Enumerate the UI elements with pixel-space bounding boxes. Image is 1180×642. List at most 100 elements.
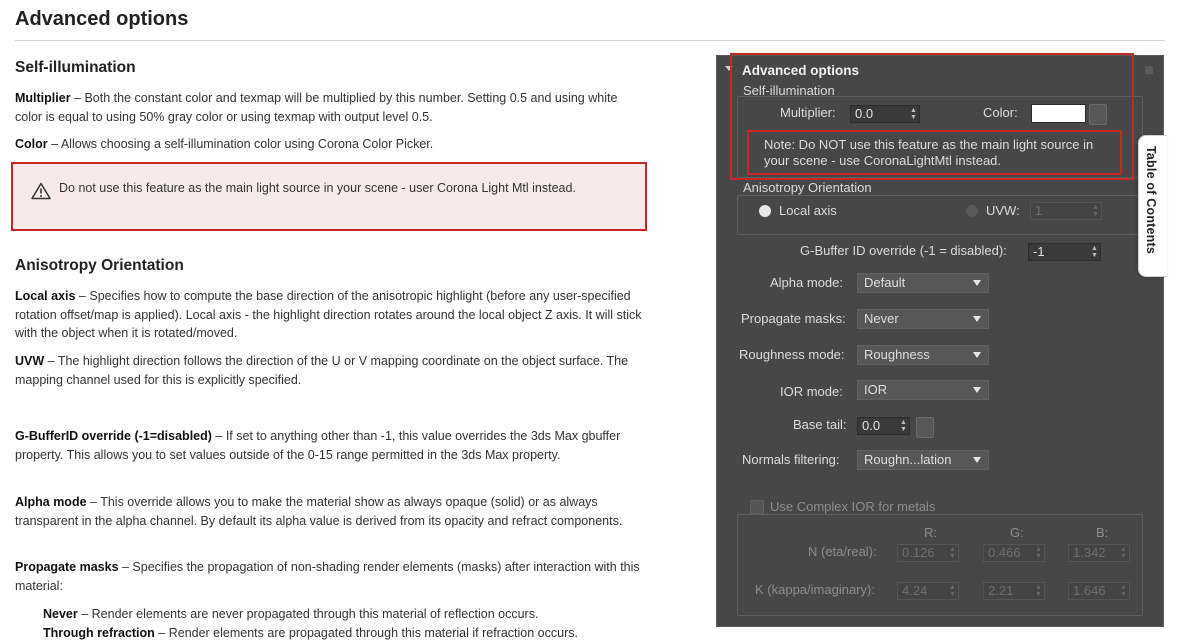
self-illumination-note: Note: Do NOT use this feature as the mai… [764, 137, 1094, 168]
k-g-value: 2.21 [988, 583, 1014, 598]
complex-ior-group [737, 514, 1143, 616]
panel-title[interactable]: Advanced options [742, 63, 859, 78]
through-refraction-term: Through refraction [43, 626, 155, 640]
uvw-channel-spinner[interactable]: 1 ▲ ▼ [1030, 202, 1102, 220]
propagate-masks-paragraph: Propagate masks – Specifies the propagat… [15, 558, 645, 595]
multiplier-description: – Both the constant color and texmap wil… [15, 91, 618, 124]
roughness-mode-dropdown[interactable]: Roughness [857, 345, 989, 365]
multiplier-paragraph: Multiplier – Both the constant color and… [15, 89, 645, 126]
uvw-term: UVW [15, 354, 45, 368]
ior-mode-value: IOR [864, 382, 888, 397]
col-g-header: G: [1010, 525, 1024, 540]
spinner-arrows-icon[interactable]: ▲ ▼ [1092, 204, 1099, 218]
spinner-arrows-icon[interactable]: ▲ ▼ [1035, 584, 1042, 598]
k-r-spinner[interactable]: 4.24 ▲ ▼ [897, 582, 959, 600]
alpha-mode-dropdown[interactable]: Default [857, 273, 989, 293]
gbuffer-label: G-Buffer ID override (-1 = disabled): [800, 243, 1007, 258]
chevron-down-icon [973, 280, 981, 286]
col-b-header: B: [1096, 525, 1109, 540]
spinner-arrows-icon[interactable]: ▲ ▼ [1035, 546, 1042, 560]
uvw-label[interactable]: UVW: [986, 203, 1020, 218]
warning-text: Do not use this feature as the main ligh… [59, 181, 576, 195]
chevron-down-icon [973, 387, 981, 393]
local-axis-radio[interactable] [759, 205, 771, 217]
k-g-spinner[interactable]: 2.21 ▲ ▼ [983, 582, 1045, 600]
table-of-contents-tab[interactable]: Table of Contents [1138, 135, 1167, 277]
through-refraction-description: – Render elements are propagated through… [154, 626, 578, 640]
col-r-header: R: [924, 525, 937, 540]
n-eta-label: N (eta/real): [808, 544, 877, 559]
self-illumination-heading: Self-illumination [15, 59, 136, 76]
base-tail-map-button[interactable] [916, 417, 934, 438]
alpha-mode-term: Alpha mode [15, 495, 87, 509]
color-description: – Allows choosing a self-illumination co… [47, 137, 434, 151]
n-r-spinner[interactable]: 0.126 ▲ ▼ [897, 544, 959, 562]
uvw-paragraph: UVW – The highlight direction follows th… [15, 352, 645, 389]
never-term: Never [43, 607, 78, 621]
anisotropy-heading: Anisotropy Orientation [15, 257, 184, 274]
table-of-contents-label[interactable]: Table of Contents [1144, 146, 1158, 254]
spinner-arrows-icon[interactable]: ▲ ▼ [1091, 245, 1098, 259]
multiplier-spinner[interactable]: 0.0 ▲ ▼ [850, 105, 920, 123]
never-description: – Render elements are never propagated t… [77, 607, 539, 621]
color-label: Color: [983, 105, 1018, 120]
chevron-down-icon [973, 352, 981, 358]
normals-filtering-dropdown[interactable]: Roughn...lation [857, 450, 989, 470]
color-swatch[interactable] [1031, 104, 1086, 123]
complex-ior-checkbox[interactable] [750, 500, 764, 514]
roughness-mode-label: Roughness mode: [739, 347, 845, 362]
alpha-mode-description: – This override allows you to make the m… [15, 495, 623, 528]
propagate-masks-value: Never [864, 311, 899, 326]
ior-mode-dropdown[interactable]: IOR [857, 380, 989, 400]
k-b-value: 1.646 [1073, 583, 1106, 598]
color-paragraph: Color – Allows choosing a self-illuminat… [15, 135, 645, 154]
gbuffer-term: G-BufferID override (-1=disabled) [15, 429, 212, 443]
n-r-value: 0.126 [902, 545, 935, 560]
n-g-value: 0.466 [988, 545, 1021, 560]
uvw-description: – The highlight direction follows the di… [15, 354, 629, 387]
ior-mode-label: IOR mode: [780, 384, 843, 399]
never-item: Never – Render elements are never propag… [43, 605, 643, 623]
warning-callout: Do not use this feature as the main ligh… [11, 162, 647, 231]
k-r-value: 4.24 [902, 583, 928, 598]
warning-icon [31, 182, 51, 200]
multiplier-value: 0.0 [855, 106, 874, 121]
k-b-spinner[interactable]: 1.646 ▲ ▼ [1068, 582, 1130, 600]
rollout-handle [1145, 66, 1153, 74]
propagate-masks-dropdown[interactable]: Never [857, 309, 989, 329]
self-illumination-group-label: Self-illumination [743, 83, 835, 98]
uvw-radio[interactable] [966, 205, 978, 217]
n-g-spinner[interactable]: 0.466 ▲ ▼ [983, 544, 1045, 562]
multiplier-term: Multiplier [15, 91, 71, 105]
color-map-button[interactable] [1089, 104, 1107, 125]
spinner-arrows-icon[interactable]: ▲ ▼ [949, 546, 956, 560]
spinner-arrows-icon[interactable]: ▲ ▼ [1120, 584, 1127, 598]
n-b-value: 1.342 [1073, 545, 1106, 560]
propagate-masks-term: Propagate masks [15, 560, 119, 574]
spinner-arrows-icon[interactable]: ▲ ▼ [900, 419, 907, 433]
rollout-collapse-icon[interactable] [725, 66, 733, 71]
alpha-mode-value: Default [864, 275, 906, 290]
base-tail-spinner[interactable]: 0.0 ▲ ▼ [857, 417, 910, 435]
local-axis-term: Local axis [15, 289, 76, 303]
normals-filtering-value: Roughn...lation [864, 452, 952, 467]
title-divider [15, 40, 1165, 41]
k-kappa-label: K (kappa/imaginary): [755, 582, 875, 597]
chevron-down-icon [973, 316, 981, 322]
local-axis-paragraph: Local axis – Specifies how to compute th… [15, 287, 645, 343]
n-b-spinner[interactable]: 1.342 ▲ ▼ [1068, 544, 1130, 562]
gbuffer-spinner[interactable]: -1 ▲ ▼ [1028, 243, 1101, 261]
spinner-arrows-icon[interactable]: ▲ ▼ [949, 584, 956, 598]
alpha-mode-label: Alpha mode: [770, 275, 843, 290]
normals-filtering-label: Normals filtering: [742, 452, 840, 467]
uvw-channel-value: 1 [1035, 203, 1043, 218]
alpha-mode-paragraph: Alpha mode – This override allows you to… [15, 493, 645, 530]
advanced-options-panel: Advanced options Self-illumination Multi… [716, 55, 1164, 627]
complex-ior-label[interactable]: Use Complex IOR for metals [770, 499, 935, 514]
page-title: Advanced options [15, 8, 189, 30]
gbuffer-paragraph: G-BufferID override (-1=disabled) – If s… [15, 427, 645, 464]
local-axis-label[interactable]: Local axis [779, 203, 837, 218]
spinner-arrows-icon[interactable]: ▲ ▼ [910, 107, 917, 121]
chevron-down-icon [973, 457, 981, 463]
spinner-arrows-icon[interactable]: ▲ ▼ [1120, 546, 1127, 560]
